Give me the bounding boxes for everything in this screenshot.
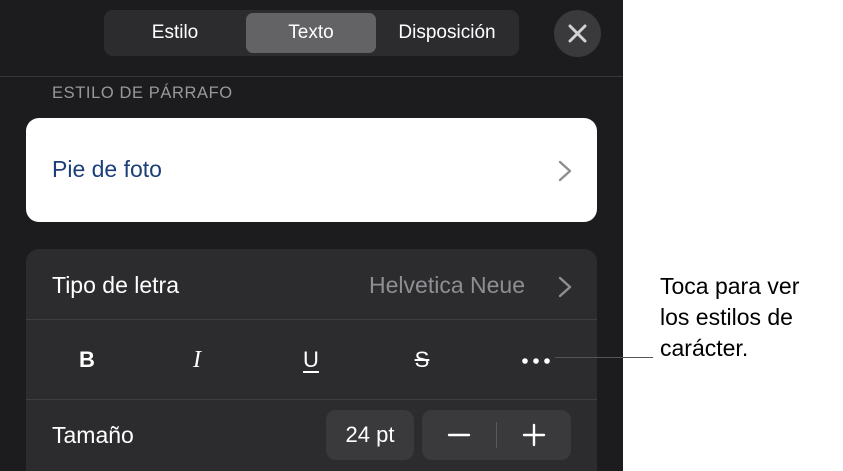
row-divider xyxy=(26,319,597,320)
format-panel: Estilo Texto Disposición ESTILO DE PÁRRA… xyxy=(0,0,623,471)
underline-button[interactable]: U xyxy=(266,321,356,399)
more-icon xyxy=(522,358,550,364)
size-label: Tamaño xyxy=(52,422,134,448)
callout-line: los estilos de xyxy=(660,304,793,330)
font-label: Tipo de letra xyxy=(52,272,179,298)
callout-leader-line xyxy=(555,357,653,358)
italic-button[interactable]: I xyxy=(152,321,242,399)
increase-size-button[interactable] xyxy=(497,410,571,460)
size-stepper xyxy=(422,410,571,460)
callout-annotation: Toca para ver los estilos de carácter. xyxy=(660,271,840,364)
decrease-size-button[interactable] xyxy=(422,410,496,460)
paragraph-style-header: ESTILO DE PÁRRAFO xyxy=(52,84,233,102)
close-button[interactable] xyxy=(554,10,601,57)
screenshot: Estilo Texto Disposición ESTILO DE PÁRRA… xyxy=(0,0,843,471)
paragraph-style-selector[interactable]: Pie de foto xyxy=(26,118,597,222)
plus-icon xyxy=(522,423,546,447)
size-value[interactable]: 24 pt xyxy=(326,410,414,460)
header-divider xyxy=(0,76,623,77)
callout-line: carácter. xyxy=(660,335,749,361)
callout-line: Toca para ver xyxy=(660,273,800,299)
font-settings-group: Tipo de letra Helvetica Neue B I U S Tam… xyxy=(26,249,597,471)
tab-estilo[interactable]: Estilo xyxy=(107,13,243,53)
close-icon xyxy=(568,24,587,43)
font-value: Helvetica Neue xyxy=(369,272,525,298)
chevron-right-icon xyxy=(558,276,572,298)
row-divider xyxy=(26,399,597,400)
chevron-right-icon xyxy=(558,160,572,182)
more-character-styles-button[interactable] xyxy=(491,321,581,399)
format-tabs: Estilo Texto Disposición xyxy=(104,10,519,56)
minus-icon xyxy=(447,433,471,437)
bold-button[interactable]: B xyxy=(42,321,132,399)
tab-texto[interactable]: Texto xyxy=(246,13,376,53)
strikethrough-button[interactable]: S xyxy=(377,321,467,399)
paragraph-style-name: Pie de foto xyxy=(52,156,162,182)
tab-disposicion[interactable]: Disposición xyxy=(377,13,517,53)
